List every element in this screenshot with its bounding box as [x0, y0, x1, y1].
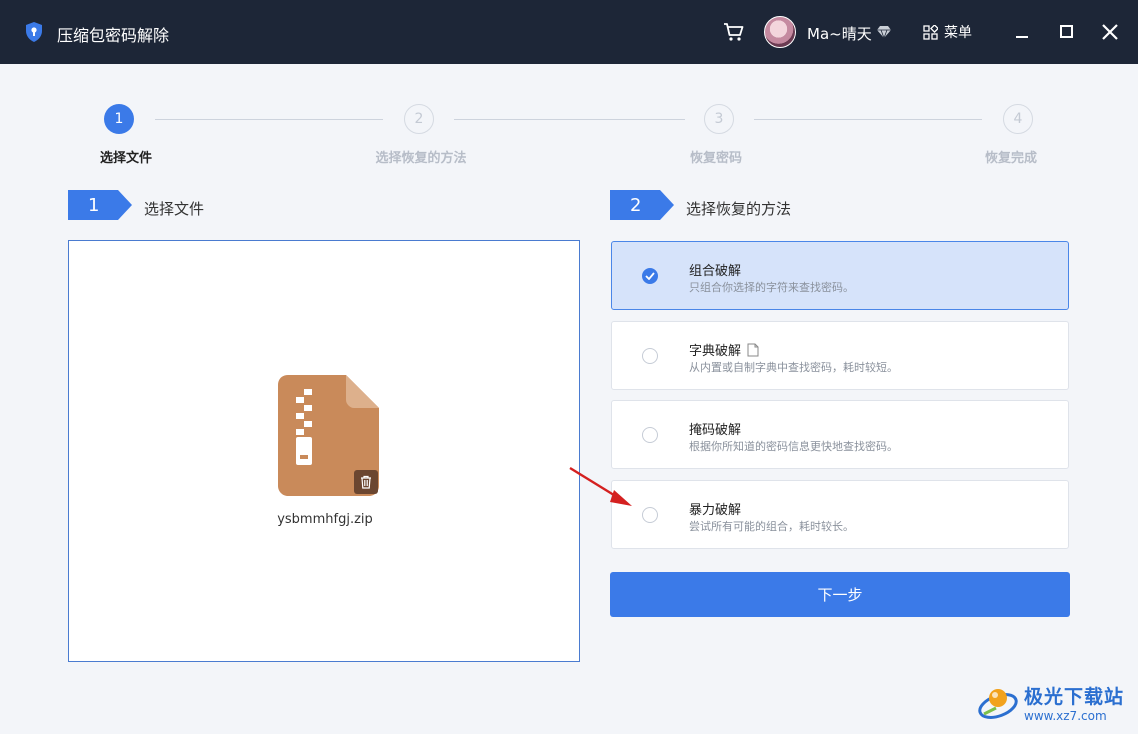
title-bar: 压缩包密码解除 Ma~晴天 菜单 — [0, 0, 1138, 64]
step-2-label: 选择恢复的方法 — [375, 151, 467, 166]
vip-diamond-icon — [877, 26, 891, 39]
menu-button[interactable]: 菜单 — [923, 22, 972, 42]
red-arrow-annotation — [569, 466, 632, 506]
section-1-title: 选择文件 — [144, 200, 205, 218]
file-drop-panel[interactable]: ysbmmhfgj.zip — [68, 240, 580, 662]
method-brute-force[interactable]: 暴力破解 尝试所有可能的组合，耗时较长。 — [611, 480, 1069, 549]
step-4-circle: 4 — [1003, 104, 1033, 134]
method-title: 组合破解 — [689, 260, 741, 279]
file-name: ysbmmhfgj.zip — [277, 512, 373, 527]
section-2-number: 2 — [630, 195, 642, 216]
method-title: 暴力破解 — [689, 499, 741, 518]
method-combination[interactable]: 组合破解 只组合你选择的字符来查找密码。 — [611, 241, 1069, 310]
step-3-label: 恢复密码 — [689, 151, 743, 166]
step-1-circle: 1 — [104, 104, 134, 134]
user-avatar[interactable] — [764, 16, 796, 48]
method-title-text: 暴力破解 — [689, 503, 742, 518]
section-2-badge — [610, 190, 674, 220]
close-icon[interactable] — [1098, 20, 1122, 44]
method-desc: 从内置或自制字典中查找密码，耗时较短。 — [689, 361, 898, 374]
menu-label: 菜单 — [944, 25, 972, 41]
step-4-label: 恢复完成 — [984, 151, 1038, 166]
method-title-text: 组合破解 — [689, 264, 742, 279]
method-desc: 只组合你选择的字符来查找密码。 — [689, 281, 854, 294]
username[interactable]: Ma~晴天 — [807, 23, 872, 44]
step-connector — [454, 119, 685, 120]
method-mask[interactable]: 掩码破解 根据你所知道的密码信息更快地查找密码。 — [611, 400, 1069, 469]
step-connector — [754, 119, 982, 120]
step-connector — [155, 119, 383, 120]
app-title: 压缩包密码解除 — [57, 26, 170, 45]
method-title: 字典破解 — [689, 340, 759, 359]
method-title-text: 字典破解 — [689, 344, 742, 359]
step-2-circle: 2 — [404, 104, 434, 134]
minimize-icon[interactable] — [1010, 20, 1034, 44]
method-desc: 根据你所知道的密码信息更快地查找密码。 — [689, 440, 898, 453]
method-title: 掩码破解 — [689, 419, 741, 438]
step-3-circle: 3 — [704, 104, 734, 134]
section-1-number: 1 — [88, 195, 100, 216]
method-dictionary[interactable]: 字典破解 从内置或自制字典中查找密码，耗时较短。 — [611, 321, 1069, 390]
shield-lock-icon — [26, 22, 42, 42]
radio-checked[interactable] — [642, 268, 658, 284]
method-desc: 尝试所有可能的组合，耗时较长。 — [689, 520, 854, 533]
delete-file-button[interactable] — [354, 470, 378, 494]
watermark-url: www.xz7.com — [1024, 708, 1107, 723]
method-title-text: 掩码破解 — [689, 423, 742, 438]
cart-icon[interactable] — [723, 22, 745, 42]
watermark-title: 极光下载站 — [1024, 685, 1125, 708]
next-step-button[interactable]: 下一步 — [610, 572, 1070, 617]
radio-unchecked[interactable] — [642, 507, 658, 523]
check-icon — [645, 272, 655, 280]
watermark: 极光下载站 www.xz7.com — [976, 680, 1124, 724]
radio-unchecked[interactable] — [642, 427, 658, 443]
radio-unchecked[interactable] — [642, 348, 658, 364]
section-2-title: 选择恢复的方法 — [686, 200, 792, 218]
maximize-icon[interactable] — [1054, 20, 1078, 44]
watermark-logo-icon — [978, 689, 1018, 719]
document-icon[interactable] — [747, 343, 759, 357]
step-1-label: 选择文件 — [99, 151, 153, 166]
trash-icon — [361, 475, 371, 489]
section-1-badge — [68, 190, 132, 220]
grid-menu-icon — [923, 24, 938, 40]
